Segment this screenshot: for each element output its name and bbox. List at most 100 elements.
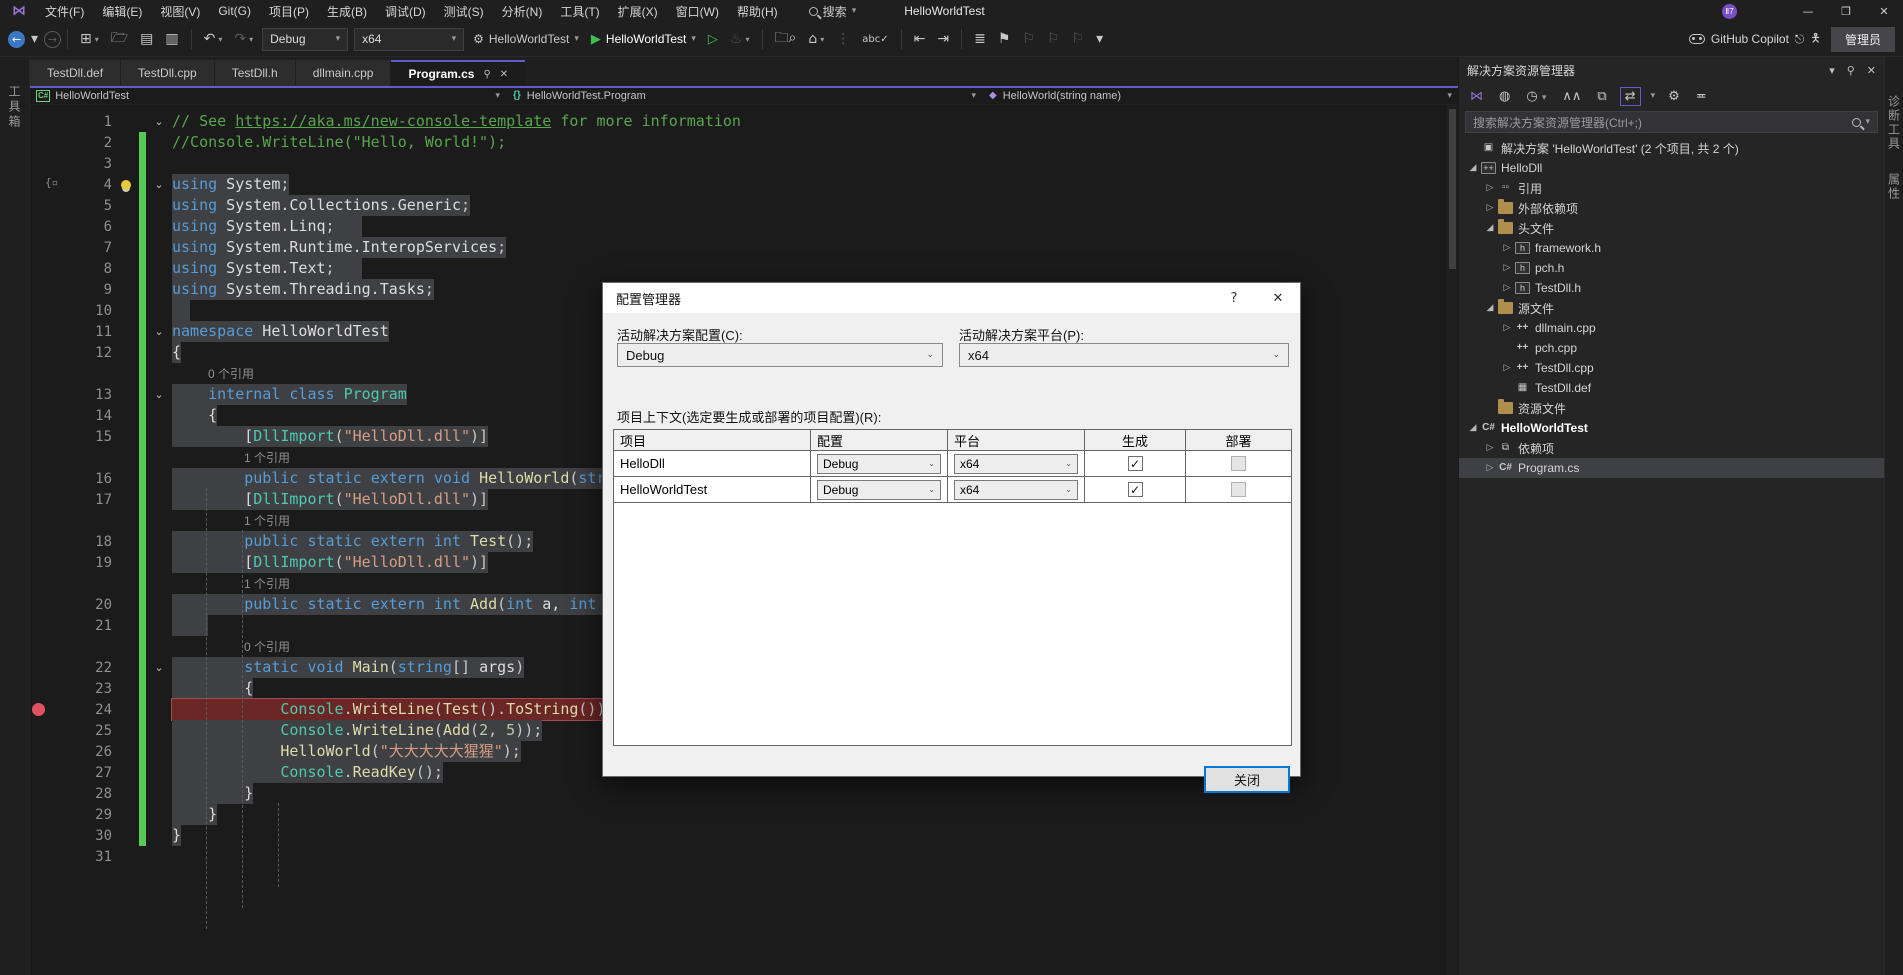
breakpoint-margin[interactable] <box>30 615 66 636</box>
build-checkbox[interactable]: ✓ <box>1128 456 1143 471</box>
breakpoint-margin[interactable] <box>30 153 66 174</box>
close-button[interactable]: ✕ <box>1865 0 1903 22</box>
scrollbar-thumb[interactable] <box>1449 109 1456 269</box>
hot-reload-button[interactable]: ♨▾ <box>725 28 755 50</box>
save-all-button[interactable]: ▥ <box>160 28 183 50</box>
indent-decrease-button[interactable]: ⇤ <box>909 28 931 50</box>
tab-program-cs[interactable]: Program.cs⚲✕ <box>391 60 525 86</box>
solution-platform-combo[interactable]: x64▾ <box>354 28 464 51</box>
dialog-close-x-button[interactable]: ✕ <box>1256 283 1300 313</box>
tree-item-dllmain-cpp[interactable]: ▷++dllmain.cpp <box>1459 318 1884 338</box>
menu-item-N[interactable]: 分析(N) <box>493 0 552 22</box>
tree-item--[interactable]: ◢源文件 <box>1459 298 1884 318</box>
tab-testdll-def[interactable]: TestDll.def <box>30 60 120 86</box>
minimize-button[interactable]: — <box>1789 0 1827 22</box>
sync-dropdown-icon[interactable]: ▾ <box>1651 91 1656 101</box>
breakpoint-margin[interactable] <box>30 804 66 825</box>
admin-badge[interactable]: 管理员 <box>1831 27 1895 52</box>
breakpoint-margin[interactable] <box>30 783 66 804</box>
solution-explorer-search-box[interactable]: 搜索解决方案资源管理器(Ctrl+;) ▾ <box>1465 111 1878 133</box>
clear-bookmarks-button[interactable]: ⚐ <box>1067 28 1090 50</box>
spell-check-button[interactable]: abc✓ <box>857 31 893 48</box>
code-line-2[interactable]: 2//Console.WriteLine("Hello, World!"); <box>30 132 1458 153</box>
fold-marker[interactable]: ⌄ <box>146 388 172 401</box>
code-line-7[interactable]: 7using System.Runtime.InteropServices; <box>30 237 1458 258</box>
code-line-3[interactable]: 3 <box>30 153 1458 174</box>
menu-item-S[interactable]: 测试(S) <box>435 0 493 22</box>
project-platform-combo[interactable]: x64⌄ <box>954 454 1078 474</box>
breakpoint-margin[interactable] <box>30 468 66 489</box>
tree-item--[interactable]: ▷外部依赖项 <box>1459 198 1884 218</box>
toolbox-vertical-tab[interactable]: 工具箱 <box>6 85 23 130</box>
breakpoint-margin[interactable] <box>30 678 66 699</box>
code-line-8[interactable]: 8using System.Text; <box>30 258 1458 279</box>
save-button[interactable]: ▤ <box>135 28 158 50</box>
breakpoint-margin[interactable] <box>30 132 66 153</box>
toolbar-overflow-handle[interactable]: ⋮ <box>831 28 855 50</box>
expander-icon[interactable]: ▷ <box>1482 183 1498 193</box>
start-debugging-button[interactable]: ▶ HelloWorldTest▾ <box>585 32 702 47</box>
fold-marker[interactable]: ⌄ <box>146 661 172 674</box>
line-revision-button[interactable]: ≣ <box>969 28 991 50</box>
expander-icon[interactable]: ◢ <box>1482 223 1498 233</box>
tree-item--[interactable]: 资源文件 <box>1459 398 1884 418</box>
breakpoint-margin[interactable] <box>30 405 66 426</box>
active-config-combo[interactable]: Debug⌄ <box>617 343 943 367</box>
fold-marker[interactable]: ⌄ <box>146 178 172 191</box>
solution-configuration-combo[interactable]: Debug▾ <box>262 28 348 51</box>
tree-item-pch-h[interactable]: ▷hpch.h <box>1459 258 1884 278</box>
tree-item-pch-cpp[interactable]: ++pch.cpp <box>1459 338 1884 358</box>
breakpoint-margin[interactable] <box>30 426 66 447</box>
codelens-references[interactable]: 1 个引用 <box>172 575 290 592</box>
deploy-checkbox[interactable] <box>1231 482 1246 497</box>
sync-with-active-document-icon[interactable]: ⇄ <box>1620 87 1641 106</box>
tree-item-Program-cs[interactable]: ▷C#Program.cs <box>1459 458 1884 478</box>
tree-item-HelloWorldTest[interactable]: ◢C#HelloWorldTest <box>1459 418 1884 438</box>
expander-icon[interactable]: ▷ <box>1482 463 1498 473</box>
breadcrumb-item-0[interactable]: C#HelloWorldTest▾ <box>30 88 506 104</box>
indent-increase-button[interactable]: ⇥ <box>932 28 954 50</box>
menu-item-B[interactable]: 生成(B) <box>318 0 376 22</box>
tree-item-TestDll-def[interactable]: ▦TestDll.def <box>1459 378 1884 398</box>
menu-item-P[interactable]: 项目(P) <box>260 0 318 22</box>
tree-item--[interactable]: ◢头文件 <box>1459 218 1884 238</box>
menu-item-D[interactable]: 调试(D) <box>376 0 435 22</box>
breakpoint-margin[interactable] <box>30 195 66 216</box>
breakpoint-margin[interactable] <box>30 447 66 468</box>
open-files-filter-icon[interactable]: ◷ ▾ <box>1523 88 1549 105</box>
dialog-title-bar[interactable]: 配置管理器 ? ✕ <box>603 283 1300 313</box>
user-avatar[interactable]: Ⅱ7 <box>1722 4 1737 19</box>
fold-marker[interactable]: ⌄ <box>146 115 172 128</box>
project-config-combo[interactable]: Debug⌄ <box>817 480 941 500</box>
breadcrumb-item-2[interactable]: ◆HelloWorld(string name)▾ <box>982 88 1458 104</box>
tree-item-framework-h[interactable]: ▷hframework.h <box>1459 238 1884 258</box>
find-in-files-button[interactable]: 🗀⌕ <box>770 24 802 54</box>
breakpoint-margin[interactable] <box>30 216 66 237</box>
breakpoint-margin[interactable] <box>30 741 66 762</box>
breakpoint-margin[interactable] <box>30 258 66 279</box>
expander-icon[interactable]: ▷ <box>1499 263 1515 273</box>
breakpoint-margin[interactable] <box>30 762 66 783</box>
restore-button[interactable]: ❐ <box>1827 0 1865 22</box>
code-line-30[interactable]: 30} <box>30 825 1458 846</box>
codelens-references[interactable]: 1 个引用 <box>172 512 290 529</box>
code-line-31[interactable]: 31 <box>30 846 1458 867</box>
codelens-references[interactable]: 0 个引用 <box>172 365 254 382</box>
tab-testdll-cpp[interactable]: TestDll.cpp <box>121 60 214 86</box>
breakpoint-margin[interactable] <box>30 363 66 384</box>
code-line-4[interactable]: {▫4⌄using System; <box>30 174 1458 195</box>
breakpoint-margin[interactable] <box>30 489 66 510</box>
codelens-references[interactable]: 1 个引用 <box>172 449 290 466</box>
pin-icon[interactable]: ⚲ <box>1847 64 1855 77</box>
deploy-checkbox[interactable] <box>1231 456 1246 471</box>
startup-project-combo[interactable]: ⚙ HelloWorldTest▾ <box>467 32 585 46</box>
tree-item--HelloWorldTest-2-2-[interactable]: ▣解决方案 'HelloWorldTest' (2 个项目, 共 2 个) <box>1459 138 1884 158</box>
tree-item-HelloDll[interactable]: ◢++HelloDll <box>1459 158 1884 178</box>
tab-dllmain-cpp[interactable]: dllmain.cpp <box>296 60 391 86</box>
share-icon[interactable]: ⎋ <box>1795 32 1805 47</box>
github-copilot-button[interactable]: GitHub Copilot ⎋ 🯅 <box>1689 29 1821 50</box>
pending-changes-filter-icon[interactable]: ◍ <box>1496 88 1513 105</box>
show-all-files-icon[interactable]: ⧉ <box>1594 88 1609 105</box>
menu-item-F[interactable]: 文件(F) <box>36 0 93 22</box>
vertical-tab-属性[interactable]: 属性 <box>1886 173 1903 201</box>
